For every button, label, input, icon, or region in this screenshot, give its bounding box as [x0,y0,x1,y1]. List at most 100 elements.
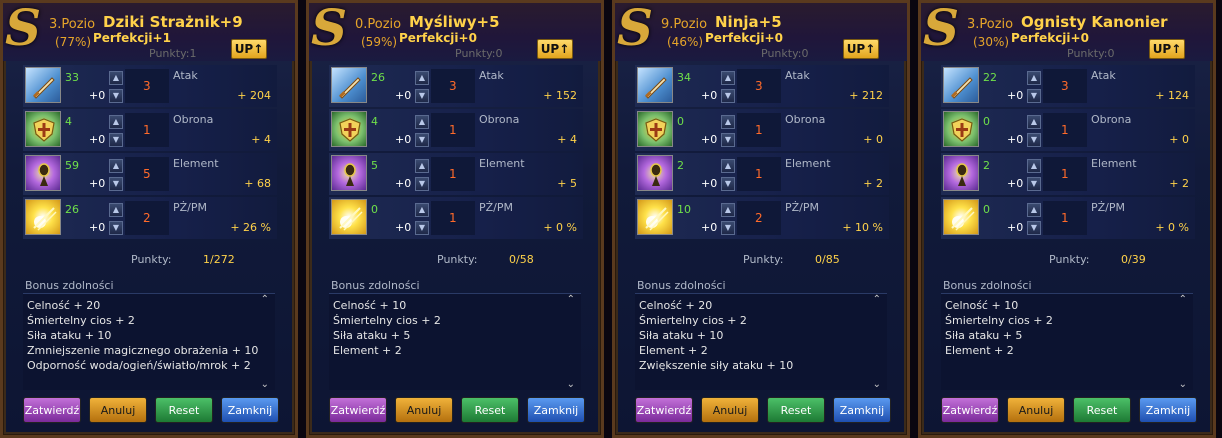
points-value: 0/85 [815,253,840,266]
increase-arrow-icon[interactable]: ▲ [1027,71,1041,85]
decrease-arrow-icon[interactable]: ▼ [415,177,429,191]
decrease-arrow-icon[interactable]: ▼ [721,177,735,191]
reset-button[interactable]: Reset [767,397,825,423]
scroll-down-icon[interactable]: ⌄ [873,379,881,390]
decrease-arrow-icon[interactable]: ▼ [109,133,123,147]
stat-list: 33 +0 ▲ ▼ 3 Atak + 204 4 +0 ▲ ▼ 1 Obrona… [23,65,277,245]
scroll-up-icon[interactable]: ⌃ [873,294,881,305]
points-header: Punkty:1 [149,47,197,60]
stat-add-value: 3 [1061,79,1069,93]
scroll-down-icon[interactable]: ⌄ [567,379,575,390]
bonus-list-box[interactable]: Celność + 10 Śmiertelny cios + 2 Siła atak… [329,293,581,390]
increase-arrow-icon[interactable]: ▲ [109,71,123,85]
bonus-item: Siła ataku + 10 [27,329,112,342]
close-button[interactable]: Zamknij [221,397,279,423]
up-button[interactable]: UP↑ [843,39,879,59]
decrease-arrow-icon[interactable]: ▼ [415,133,429,147]
reset-button[interactable]: Reset [1073,397,1131,423]
bonus-list-box[interactable]: Celność + 10 Śmiertelny cios + 2 Siła atak… [941,293,1193,390]
level-text: 0.Pozio [355,17,402,32]
confirm-button[interactable]: Zatwierdź [23,397,81,423]
confirm-button[interactable]: Zatwierdź [329,397,387,423]
specialist-skill-window: S 3.Pozio (30%) Ognisty Kanonier Perfekc… [918,0,1216,438]
specialist-title: Ninja+5 [715,13,782,31]
increase-arrow-icon[interactable]: ▲ [1027,115,1041,129]
level-text: 9.Pozio [661,17,708,32]
increase-arrow-icon[interactable]: ▲ [109,115,123,129]
increase-arrow-icon[interactable]: ▲ [415,159,429,173]
stat-base-value: 59 [65,159,79,172]
decrease-arrow-icon[interactable]: ▼ [415,221,429,235]
stat-row: 59 +0 ▲ ▼ 5 Element + 68 [23,153,277,195]
confirm-button[interactable]: Zatwierdź [635,397,693,423]
up-button[interactable]: UP↑ [1149,39,1185,59]
scroll-up-icon[interactable]: ⌃ [261,294,269,305]
confirm-button[interactable]: Zatwierdź [941,397,999,423]
decrease-arrow-icon[interactable]: ▼ [721,89,735,103]
decrease-arrow-icon[interactable]: ▼ [109,221,123,235]
bonus-item: Zmniejszenie magicznego obrażenia + 10 [27,344,259,357]
stat-name: Atak [1091,69,1116,82]
increase-arrow-icon[interactable]: ▲ [1027,159,1041,173]
increase-arrow-icon[interactable]: ▲ [415,71,429,85]
decrease-arrow-icon[interactable]: ▼ [721,133,735,147]
bonus-item: Siła ataku + 5 [333,329,411,342]
action-buttons: Zatwierdź Anuluj Reset Zamknij [329,397,585,425]
increase-arrow-icon[interactable]: ▲ [415,203,429,217]
decrease-arrow-icon[interactable]: ▼ [415,89,429,103]
perfection-text: Perfekcji+0 [705,31,783,45]
stat-row: 10 +0 ▲ ▼ 2 PŻ/PM + 10 % [635,197,889,239]
up-label: UP [234,42,254,56]
increase-arrow-icon[interactable]: ▲ [109,203,123,217]
bonus-list: Celność + 20 Śmiertelny cios + 2 Siła atak… [27,298,258,373]
stat-base-value: 22 [983,71,997,84]
decrease-arrow-icon[interactable]: ▼ [1027,221,1041,235]
points-value: 0/39 [1121,253,1146,266]
scroll-down-icon[interactable]: ⌄ [261,379,269,390]
decrease-arrow-icon[interactable]: ▼ [721,221,735,235]
cancel-button[interactable]: Anuluj [701,397,759,423]
scroll-down-icon[interactable]: ⌄ [1179,379,1187,390]
increase-arrow-icon[interactable]: ▲ [415,115,429,129]
increase-arrow-icon[interactable]: ▲ [721,159,735,173]
scroll-up-icon[interactable]: ⌃ [567,294,575,305]
up-button[interactable]: UP↑ [537,39,573,59]
bonus-item: Siła ataku + 10 [639,329,724,342]
stat-name: Element [173,157,219,170]
increase-arrow-icon[interactable]: ▲ [109,159,123,173]
level-percent: (30%) [973,35,1010,49]
bonus-title: Bonus zdolności [637,279,726,292]
up-button[interactable]: UP↑ [231,39,267,59]
stat-base-value: 2 [983,159,990,172]
reset-button[interactable]: Reset [461,397,519,423]
increase-arrow-icon[interactable]: ▲ [721,71,735,85]
close-button[interactable]: Zamknij [833,397,891,423]
bonus-item: Celność + 10 [333,299,407,312]
decrease-arrow-icon[interactable]: ▼ [1027,89,1041,103]
stat-name: Element [1091,157,1137,170]
stat-base-value: 5 [371,159,378,172]
stat-base-value: 26 [65,203,79,216]
bonus-list-box[interactable]: Celność + 20 Śmiertelny cios + 2 Siła atak… [23,293,275,390]
stat-row: 0 +0 ▲ ▼ 1 PŻ/PM + 0 % [941,197,1195,239]
close-button[interactable]: Zamknij [527,397,585,423]
stat-row: 5 +0 ▲ ▼ 1 Element + 5 [329,153,583,195]
increase-arrow-icon[interactable]: ▲ [1027,203,1041,217]
cancel-button[interactable]: Anuluj [1007,397,1065,423]
close-button[interactable]: Zamknij [1139,397,1197,423]
cancel-button[interactable]: Anuluj [395,397,453,423]
points-header: Punkty:0 [761,47,809,60]
decrease-arrow-icon[interactable]: ▼ [109,177,123,191]
decrease-arrow-icon[interactable]: ▼ [1027,133,1041,147]
bonus-list-box[interactable]: Celność + 20 Śmiertelny cios + 2 Siła atak… [635,293,887,390]
reset-button[interactable]: Reset [155,397,213,423]
increase-arrow-icon[interactable]: ▲ [721,115,735,129]
stat-base-value: 0 [983,203,990,216]
cancel-button[interactable]: Anuluj [89,397,147,423]
scroll-up-icon[interactable]: ⌃ [1179,294,1187,305]
stat-plus-value: +0 [1007,133,1024,146]
level-percent: (59%) [361,35,398,49]
increase-arrow-icon[interactable]: ▲ [721,203,735,217]
decrease-arrow-icon[interactable]: ▼ [1027,177,1041,191]
decrease-arrow-icon[interactable]: ▼ [109,89,123,103]
